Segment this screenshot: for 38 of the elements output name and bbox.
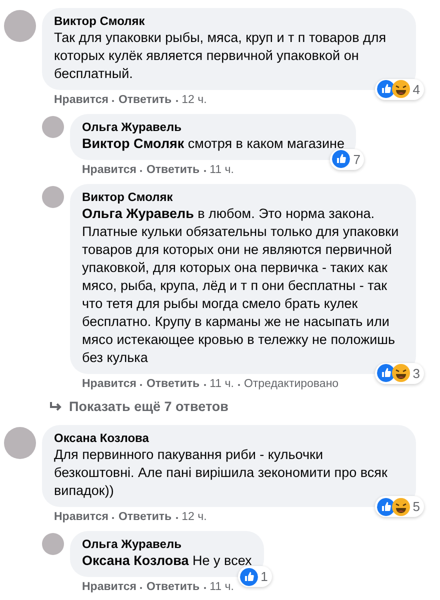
reply-link[interactable]: Ответить	[146, 580, 200, 596]
avatar[interactable]	[42, 186, 64, 208]
like-link[interactable]: Нравится	[82, 163, 136, 178]
show-more-replies-link[interactable]: Показать ещё 7 ответов	[42, 397, 236, 418]
author-name[interactable]: Ольга Журавель	[82, 537, 252, 552]
reply-arrow-icon	[50, 402, 63, 413]
reaction-count: 5	[412, 498, 420, 516]
timestamp: 11 ч.	[210, 377, 234, 392]
reaction-count: 3	[412, 364, 420, 382]
timestamp: 12 ч.	[182, 93, 207, 108]
reaction-badge[interactable]: 7	[330, 148, 364, 170]
author-name[interactable]: Оксана Козлова	[54, 431, 404, 446]
timestamp: 12 ч.	[182, 510, 207, 526]
reply-link[interactable]: Ответить	[146, 163, 200, 178]
author-name[interactable]: Виктор Смоляк	[54, 14, 404, 29]
timestamp: 11 ч.	[210, 163, 234, 178]
avatar[interactable]	[4, 427, 36, 460]
like-link[interactable]: Нравится	[54, 93, 108, 108]
author-name[interactable]: Виктор Смоляк	[82, 190, 404, 205]
edited-label: Отредактировано	[244, 377, 339, 392]
reply-link[interactable]: Ответить	[118, 510, 172, 526]
reaction-badge[interactable]: 3	[374, 362, 424, 384]
reaction-badge[interactable]: 5	[374, 496, 424, 518]
reaction-badge[interactable]: 4	[374, 78, 424, 100]
like-link[interactable]: Нравится	[82, 377, 136, 392]
reaction-count: 7	[353, 150, 360, 168]
timestamp: 11 ч.	[210, 580, 234, 596]
reaction-count: 1	[260, 568, 268, 586]
author-name[interactable]: Ольга Журавель	[82, 120, 344, 135]
reply-link[interactable]: Ответить	[118, 93, 172, 108]
avatar[interactable]	[4, 10, 36, 42]
reaction-count: 4	[412, 80, 420, 98]
like-link[interactable]: Нравится	[82, 580, 136, 596]
avatar[interactable]	[42, 533, 64, 556]
avatar[interactable]	[42, 116, 64, 138]
like-link[interactable]: Нравится	[54, 510, 108, 526]
reaction-badge[interactable]: 1	[238, 566, 272, 588]
reply-link[interactable]: Ответить	[146, 377, 200, 392]
